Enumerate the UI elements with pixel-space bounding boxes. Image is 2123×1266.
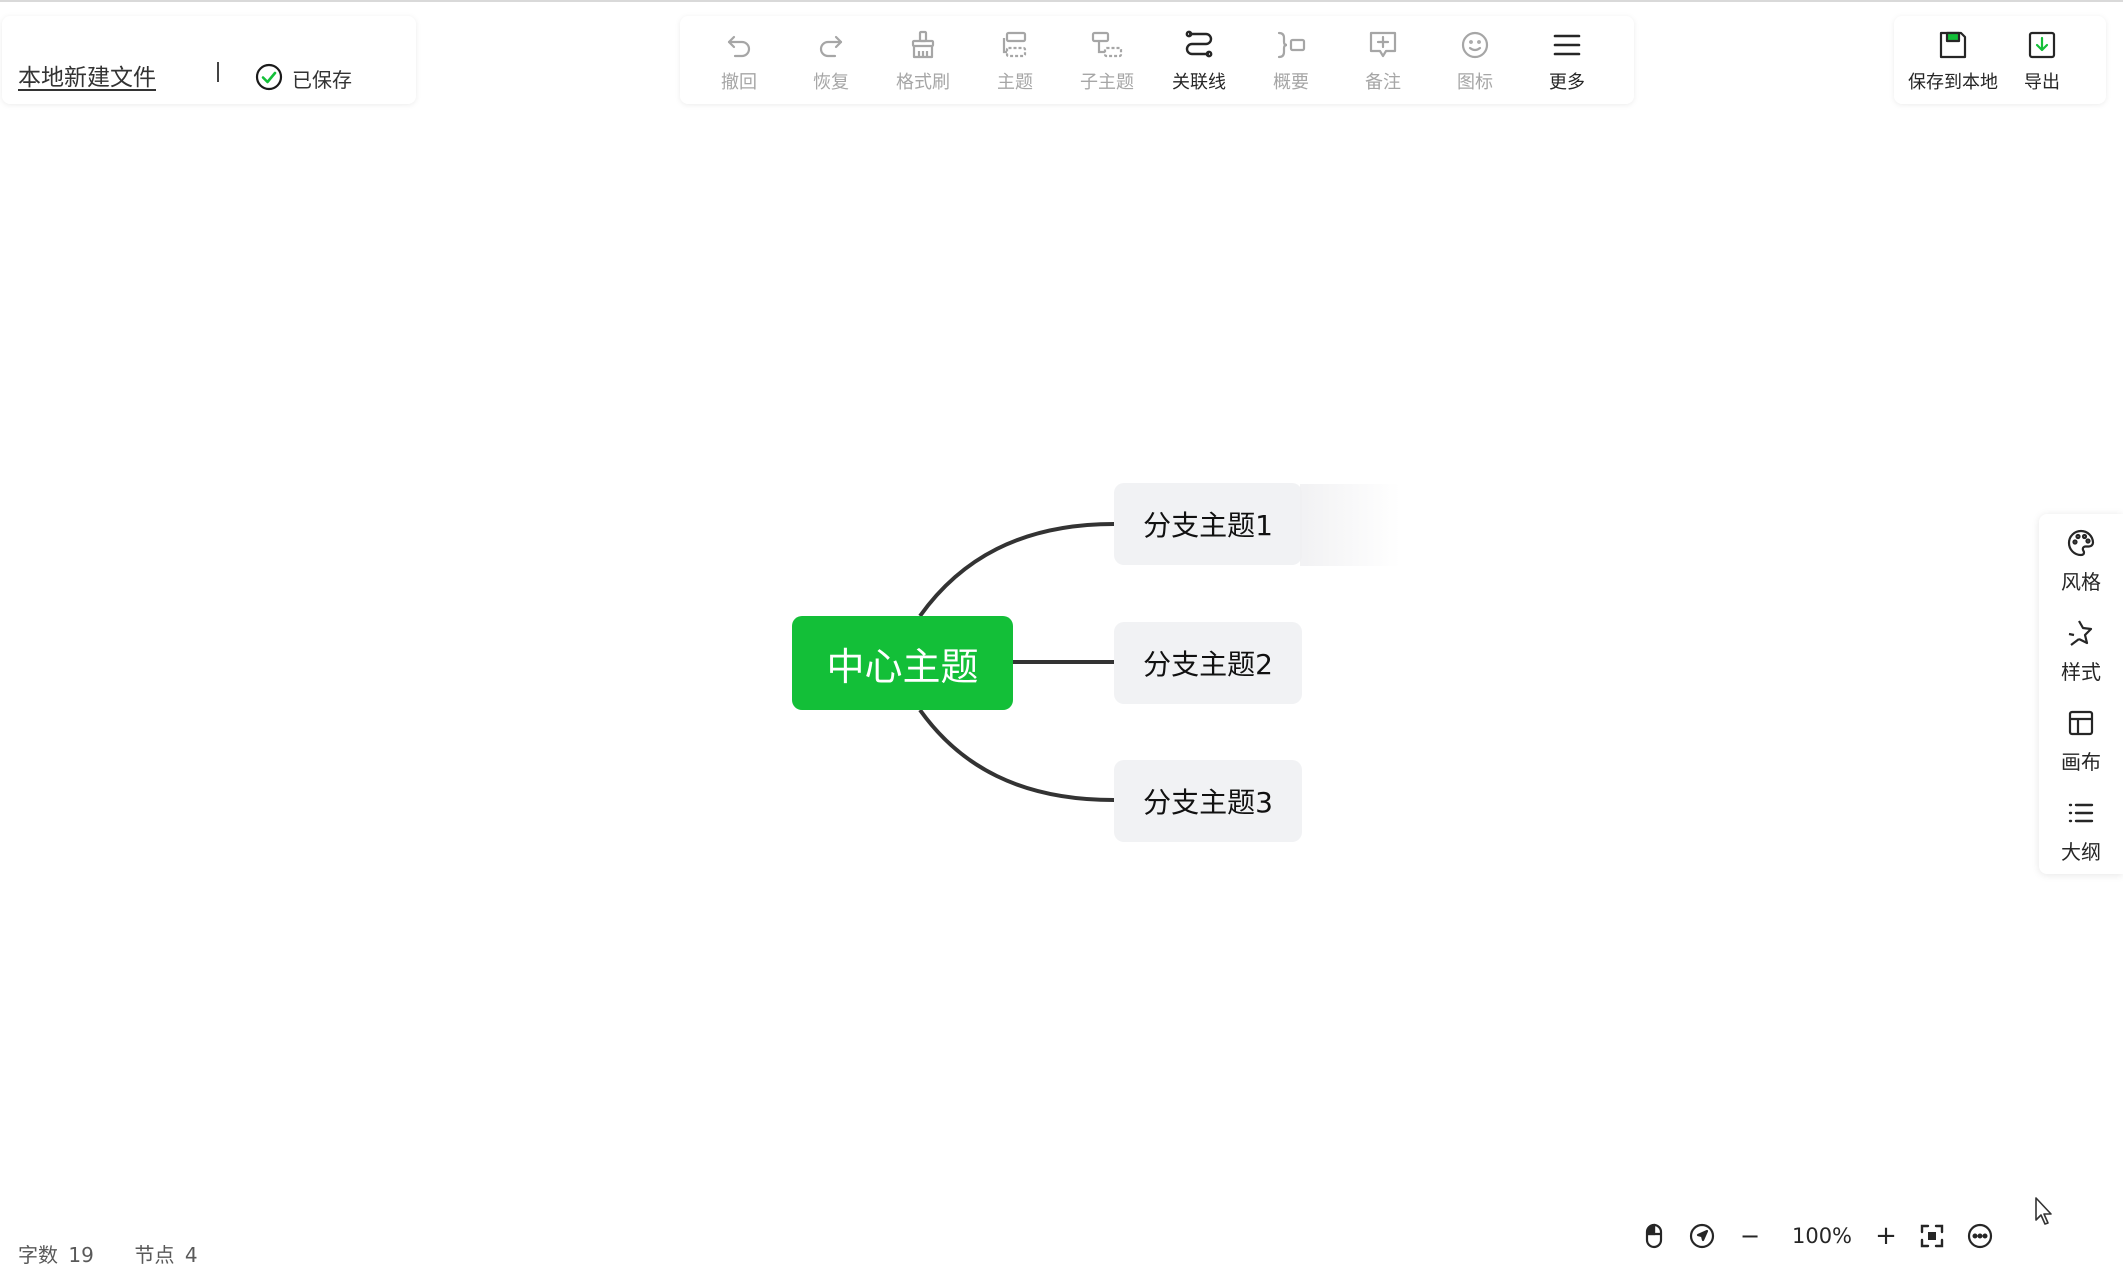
top-border: [0, 0, 2123, 2]
relation-line-icon: [1185, 30, 1213, 58]
zoom-in-button[interactable]: +: [1868, 1218, 1904, 1254]
fit-screen-icon: [1920, 1224, 1944, 1248]
zoom-level: 100%: [1791, 1224, 1853, 1248]
minus-icon: −: [1739, 1222, 1761, 1250]
central-topic-node[interactable]: 中心主题: [792, 616, 1013, 710]
file-separator: [217, 62, 219, 82]
palette-icon: [2067, 529, 2095, 557]
undo-icon: [727, 35, 751, 58]
locate-button[interactable]: [1684, 1218, 1720, 1254]
side-item-label: 画布: [2061, 750, 2101, 774]
connector-branch-3: [918, 708, 1115, 802]
summary-button[interactable]: 概要: [1246, 28, 1336, 98]
more-label: 更多: [1549, 72, 1585, 93]
export-button[interactable]: 导出: [2024, 28, 2060, 94]
word-count-value: 19: [68, 1243, 94, 1266]
save-local-label: 保存到本地: [1908, 72, 1998, 93]
redo-label: 恢复: [813, 72, 849, 93]
subtopic-icon: [1091, 31, 1123, 58]
side-item-canvas[interactable]: 画布: [2039, 708, 2123, 775]
topic-button[interactable]: 主题: [970, 28, 1060, 98]
word-count-label: 字数: [18, 1243, 58, 1266]
side-item-style-theme[interactable]: 风格: [2039, 528, 2123, 595]
summary-icon: [1277, 31, 1306, 59]
zoom-out-button[interactable]: −: [1732, 1218, 1768, 1254]
fit-screen-button[interactable]: [1914, 1218, 1950, 1254]
file-name-link[interactable]: 本地新建文件: [18, 58, 156, 92]
mindmap-editor: 本地新建文件 已保存 撤回 恢复 格式刷 主题 子主题 关联线 概要 备注 图标…: [0, 0, 2123, 1266]
menu-icon: [1553, 34, 1581, 56]
side-item-label: 大纲: [2061, 840, 2101, 864]
redo-icon: [819, 35, 843, 58]
style-icon: [2068, 620, 2093, 646]
main-toolbar: 撤回 恢复 格式刷 主题 子主题 关联线 概要 备注 图标 更多: [680, 16, 1634, 104]
mouse-mode-button[interactable]: [1636, 1218, 1672, 1254]
undo-label: 撤回: [721, 72, 757, 93]
relation-line-label: 关联线: [1172, 72, 1226, 93]
mouse-cursor-icon: [2035, 1197, 2052, 1225]
mindmap-connectors: [918, 522, 1115, 802]
zoom-level-display[interactable]: 100%: [1782, 1218, 1862, 1254]
canvas-icon: [2068, 710, 2094, 736]
format-brush-label: 格式刷: [896, 72, 950, 93]
zoom-toolbar: − 100% +: [1636, 1218, 1996, 1254]
summary-label: 概要: [1273, 72, 1309, 93]
more-options-button[interactable]: [1962, 1218, 1998, 1254]
more-button[interactable]: 更多: [1522, 28, 1612, 98]
topic-label: 主题: [997, 72, 1033, 93]
file-actions-toolbar: 保存到本地 导出: [1894, 16, 2106, 104]
side-panel: 风格 样式 画布 大纲: [2039, 514, 2123, 874]
side-item-outline[interactable]: 大纲: [2039, 798, 2123, 865]
emoji-button[interactable]: 图标: [1430, 28, 1520, 98]
topic-icon: [1002, 31, 1027, 58]
side-item-label: 风格: [2061, 570, 2101, 594]
branch-topic-node[interactable]: 分支主题3: [1114, 760, 1302, 842]
side-item-node-style[interactable]: 样式: [2039, 618, 2123, 685]
side-item-label: 样式: [2061, 660, 2101, 684]
branch-drag-shadow: [1300, 484, 1400, 566]
branch-topic-node[interactable]: 分支主题2: [1114, 622, 1302, 704]
plus-icon: +: [1875, 1221, 1897, 1251]
saved-check-icon: [255, 63, 283, 91]
note-button[interactable]: 备注: [1338, 28, 1428, 98]
undo-button[interactable]: 撤回: [694, 28, 784, 98]
node-count-value: 4: [184, 1243, 198, 1266]
format-brush-button[interactable]: 格式刷: [878, 28, 968, 98]
branch-topic-node[interactable]: 分支主题1: [1114, 483, 1302, 565]
format-brush-icon: [911, 30, 935, 59]
file-panel: 本地新建文件 已保存: [2, 16, 416, 104]
saved-status: 已保存: [292, 68, 352, 92]
navigation-icon: [1689, 1223, 1715, 1249]
emoji-icon: [1461, 31, 1489, 59]
node-count-label: 节点: [134, 1243, 175, 1266]
note-icon: [1369, 31, 1397, 58]
subtopic-button[interactable]: 子主题: [1062, 28, 1152, 98]
redo-button[interactable]: 恢复: [786, 28, 876, 98]
mouse-icon: [1645, 1223, 1663, 1249]
outline-icon: [2068, 803, 2094, 823]
save-icon: [1939, 31, 1967, 59]
status-bar: 字数 19 节点 4: [18, 1239, 202, 1266]
connector-branch-1: [918, 522, 1115, 618]
save-local-button[interactable]: 保存到本地: [1908, 28, 1998, 94]
export-label: 导出: [2024, 72, 2060, 93]
more-options-icon: [1967, 1223, 1993, 1249]
relation-line-button[interactable]: 关联线: [1154, 28, 1244, 98]
export-icon: [2028, 31, 2056, 59]
emoji-label: 图标: [1457, 72, 1493, 93]
subtopic-label: 子主题: [1080, 72, 1134, 93]
note-label: 备注: [1365, 72, 1401, 93]
